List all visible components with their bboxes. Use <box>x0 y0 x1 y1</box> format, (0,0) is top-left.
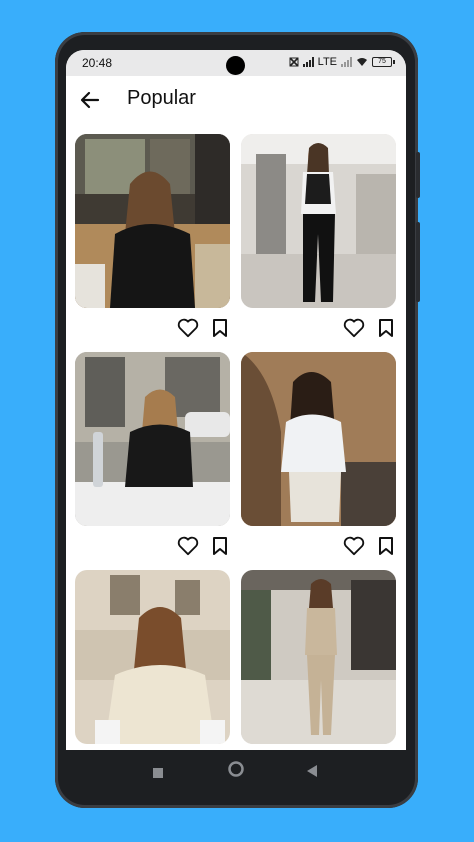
photo-card[interactable] <box>241 352 396 526</box>
photo-card[interactable] <box>75 570 230 744</box>
save-button[interactable] <box>209 317 231 339</box>
photo-actions <box>177 535 231 557</box>
data-saver-icon <box>289 57 299 67</box>
signal-icon <box>302 57 314 67</box>
save-button[interactable] <box>375 535 397 557</box>
photo-woman-cardigan <box>75 570 230 744</box>
battery-icon: 75 <box>372 57 395 67</box>
photo-woman-sweater-vest <box>241 134 396 308</box>
home-button[interactable] <box>228 761 244 782</box>
status-time: 20:48 <box>82 56 113 70</box>
square-icon <box>153 768 163 778</box>
photo-woman-restaurant <box>75 134 230 308</box>
app-bar: Popular <box>66 76 406 126</box>
page-title: Popular <box>127 87 196 109</box>
heart-icon <box>177 318 199 338</box>
volume-button <box>416 222 420 302</box>
like-button[interactable] <box>177 317 199 339</box>
arrow-left-icon <box>80 91 100 109</box>
triangle-icon <box>307 765 317 777</box>
save-button[interactable] <box>209 535 231 557</box>
signal-secondary-icon <box>341 57 352 67</box>
save-button[interactable] <box>375 317 397 339</box>
wifi-icon <box>357 58 367 66</box>
front-camera <box>226 56 245 75</box>
back-button[interactable] <box>76 86 104 114</box>
photo-card[interactable] <box>75 352 230 526</box>
bookmark-icon <box>379 319 393 337</box>
system-nav-bar <box>55 750 418 790</box>
photo-card[interactable] <box>75 134 230 308</box>
network-type: LTE <box>317 56 337 68</box>
circle-icon <box>228 761 244 777</box>
heart-icon <box>177 536 199 556</box>
bookmark-icon <box>213 537 227 555</box>
photo-actions <box>177 317 231 339</box>
status-bar: 20:48 LTE 75 <box>66 50 406 76</box>
photo-woman-beige-outfit <box>241 570 396 744</box>
photo-card[interactable] <box>241 570 396 744</box>
like-button[interactable] <box>343 535 365 557</box>
heart-icon <box>343 318 365 338</box>
bookmark-icon <box>213 319 227 337</box>
bookmark-icon <box>379 537 393 555</box>
photo-woman-stone-wall <box>241 352 396 526</box>
like-button[interactable] <box>343 317 365 339</box>
photo-actions <box>343 535 397 557</box>
photo-actions <box>343 317 397 339</box>
app-screen: 20:48 LTE 75 Popular <box>66 50 406 750</box>
power-button <box>416 152 420 198</box>
photo-card[interactable] <box>241 134 396 308</box>
status-icons: LTE 75 <box>289 56 395 68</box>
like-button[interactable] <box>177 535 199 557</box>
photo-woman-cafe-terrace <box>75 352 230 526</box>
heart-icon <box>343 536 365 556</box>
nav-back-button[interactable] <box>307 764 317 782</box>
recents-button[interactable] <box>153 765 163 783</box>
